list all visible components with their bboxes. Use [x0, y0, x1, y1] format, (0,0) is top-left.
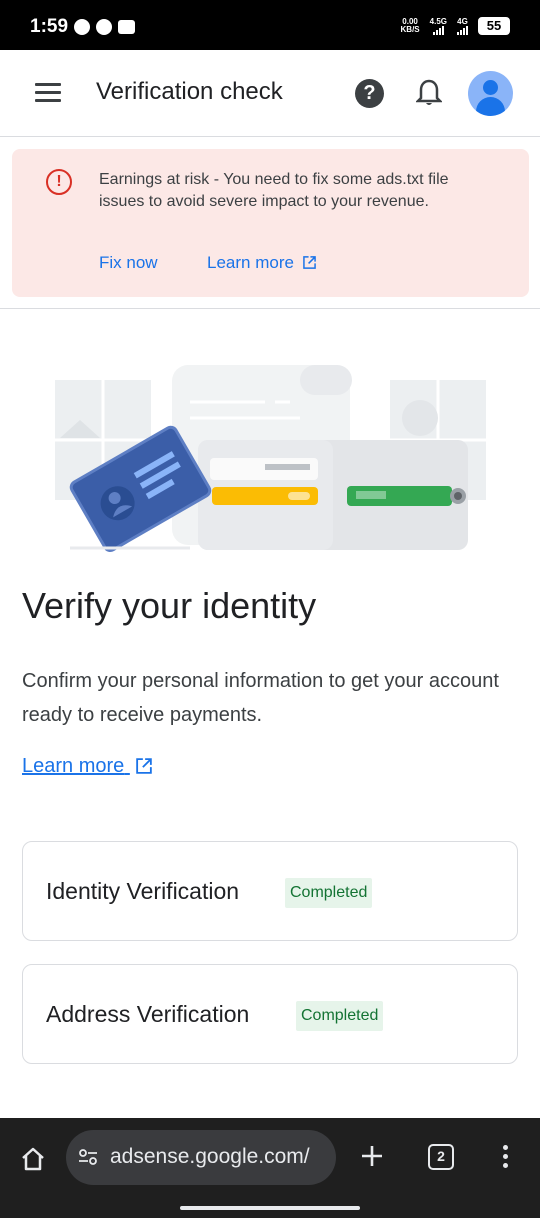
app-header: Verification check ? [0, 50, 540, 137]
verify-description: Confirm your personal information to get… [22, 670, 499, 726]
more-vert-icon[interactable] [503, 1145, 509, 1171]
alert-message: Earnings at risk - You need to fix some … [99, 171, 449, 210]
verify-title: Verify your identity [22, 585, 317, 626]
whatsapp-icon [96, 19, 112, 35]
fix-now-link[interactable]: Fix now [99, 253, 158, 273]
signal-sim2-icon: 4G [457, 17, 468, 35]
status-time: 1:59 [30, 16, 69, 37]
error-icon: ! [46, 169, 72, 195]
notification-icons [74, 19, 135, 35]
card-label: Address Verification [46, 1001, 250, 1027]
new-tab-icon[interactable] [360, 1144, 384, 1168]
tabs-icon[interactable]: 2 [428, 1144, 454, 1170]
wallet-illustration [55, 365, 486, 552]
address-verification-card[interactable]: Address Verification Completed [22, 964, 518, 1064]
battery-icon: 55 [478, 17, 510, 35]
home-icon[interactable] [20, 1146, 46, 1172]
alert-learn-more-link[interactable]: Learn more [207, 253, 316, 273]
signal-sim1-icon: 4.5G [430, 17, 447, 35]
learn-more-link[interactable]: Learn more [22, 755, 152, 778]
tune-icon[interactable] [78, 1147, 98, 1167]
address-bar[interactable]: adsense.google.com/ [66, 1130, 336, 1185]
app-notification-icon [118, 20, 135, 34]
page-title: Verification check [96, 78, 283, 105]
browser-toolbar: adsense.google.com/ 2 [0, 1118, 540, 1218]
chat-icon [74, 19, 90, 35]
divider [0, 308, 540, 309]
status-badge: Completed [285, 878, 373, 908]
menu-icon[interactable] [35, 83, 61, 103]
url-text: adsense.google.com/ [110, 1145, 310, 1168]
identity-verification-card[interactable]: Identity Verification Completed [22, 841, 518, 941]
help-icon[interactable]: ? [355, 79, 384, 108]
card-label: Identity Verification [46, 878, 240, 904]
alert-banner: ! Earnings at risk - You need to fix som… [12, 149, 529, 297]
status-bar: 1:59 0.00 KB/S 4.5G 4G 55 [0, 0, 540, 50]
net-speed: 0.00 KB/S [400, 17, 420, 34]
open-in-new-icon [136, 758, 152, 774]
status-right: 0.00 KB/S 4.5G 4G 55 [401, 17, 510, 35]
bell-icon[interactable] [416, 78, 442, 108]
gesture-bar [180, 1206, 360, 1210]
avatar[interactable] [468, 71, 513, 116]
status-badge: Completed [296, 1001, 384, 1031]
open-in-new-icon [302, 256, 316, 269]
